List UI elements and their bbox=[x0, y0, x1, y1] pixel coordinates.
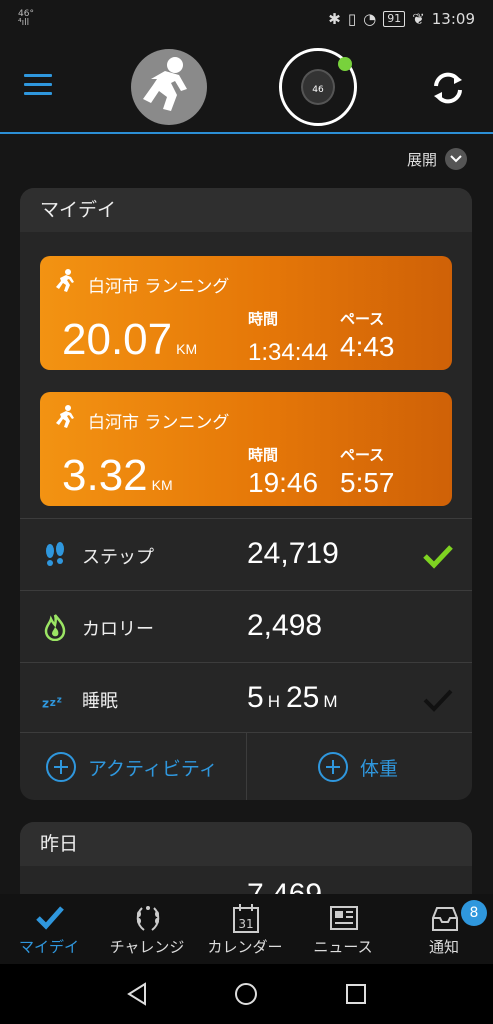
calories-label: カロリー bbox=[82, 619, 154, 640]
laurel-icon bbox=[136, 906, 160, 931]
pace-value: 5:57 bbox=[340, 467, 395, 498]
running-icon bbox=[56, 405, 74, 428]
connected-indicator bbox=[338, 57, 352, 71]
inbox-icon bbox=[432, 907, 458, 931]
clock: 13:09 bbox=[431, 10, 475, 28]
tab-my-day[interactable]: マイデイ bbox=[0, 894, 98, 964]
sleep-row[interactable]: z z z 睡眠 5 H 25 M bbox=[20, 662, 472, 734]
steps-label: ステップ bbox=[82, 547, 154, 568]
calories-row[interactable]: カロリー 2,498 bbox=[20, 590, 472, 662]
hamburger-menu-icon[interactable] bbox=[24, 74, 52, 96]
wifi-icon: ◔ bbox=[363, 10, 377, 28]
leaf-icon: ❦ bbox=[412, 10, 425, 28]
sync-icon[interactable] bbox=[428, 68, 468, 108]
bluetooth-icon: ✱ bbox=[328, 10, 341, 28]
tab-news[interactable]: ニュース bbox=[294, 894, 392, 964]
steps-value: 24,719 bbox=[247, 537, 339, 570]
tab-label: ニュース bbox=[313, 938, 373, 956]
tab-label: 通知 bbox=[428, 938, 459, 956]
recents-icon[interactable] bbox=[345, 983, 367, 1005]
footsteps-icon bbox=[46, 542, 64, 566]
running-icon bbox=[56, 269, 74, 292]
sleep-zzz-icon: z z z bbox=[42, 695, 62, 711]
expand-toggle[interactable]: 展開 bbox=[407, 148, 467, 170]
watch-device-icon[interactable]: 46 bbox=[279, 48, 357, 126]
tab-label: カレンダー bbox=[207, 938, 283, 956]
checkmark-icon bbox=[423, 545, 453, 569]
pace-label: ペース bbox=[340, 310, 385, 328]
calories-value: 2,498 bbox=[247, 609, 323, 642]
system-nav-bar bbox=[0, 964, 493, 1024]
activity-card[interactable]: 白河市 ランニング 3.32 KM 時間 19:46 ペース 5:57 bbox=[40, 392, 452, 506]
tab-label: マイデイ bbox=[18, 938, 79, 956]
activity-title: 白河市 ランニング bbox=[88, 413, 230, 433]
distance-value: 20.07 bbox=[62, 315, 173, 364]
svg-text:z: z bbox=[57, 695, 62, 705]
calendar-icon-date: 31 bbox=[238, 917, 253, 931]
divider bbox=[246, 733, 247, 800]
runner-avatar-icon[interactable] bbox=[131, 49, 207, 125]
add-weight-label: 体重 bbox=[360, 757, 399, 780]
time-value: 19:46 bbox=[248, 467, 319, 498]
time-label: 時間 bbox=[248, 446, 279, 464]
svg-text:z: z bbox=[50, 697, 56, 709]
app-header: 46 bbox=[0, 38, 493, 134]
pace-value: 4:43 bbox=[340, 331, 395, 362]
my-day-title: マイデイ bbox=[20, 188, 472, 232]
time-label: 時間 bbox=[248, 310, 279, 328]
add-weight-button[interactable]: 体重 bbox=[318, 733, 398, 800]
battery-indicator: 91 bbox=[383, 11, 406, 27]
my-day-card: マイデイ 白河市 ランニング 20.07 KM 時間 1:34:44 ペース 4:… bbox=[20, 188, 472, 800]
status-icons: ✱ ▯ ◔ 91 ❦ 13:09 bbox=[328, 10, 475, 28]
watch-face-text: 46 bbox=[312, 85, 324, 95]
activity-card[interactable]: 白河市 ランニング 20.07 KM 時間 1:34:44 ペース 4:43 bbox=[40, 256, 452, 370]
add-row: アクティビティ 体重 bbox=[20, 732, 472, 800]
activity-title: 白河市 ランニング bbox=[88, 277, 230, 297]
status-bar: 46° ⁴ıll ✱ ▯ ◔ 91 ❦ 13:09 bbox=[0, 0, 493, 38]
distance-value: 3.32 bbox=[62, 451, 148, 500]
activity-distance: 20.07 KM bbox=[62, 318, 197, 371]
time-value: 1:34:44 bbox=[248, 339, 329, 366]
checkmark-icon bbox=[36, 906, 64, 930]
steps-row[interactable]: ステップ 24,719 bbox=[20, 518, 472, 590]
tab-notifications[interactable]: 8 通知 bbox=[395, 894, 493, 964]
notification-badge: 8 bbox=[461, 900, 487, 926]
pace-label: ペース bbox=[340, 446, 385, 464]
svg-text:z: z bbox=[42, 697, 49, 711]
calendar-icon: 31 bbox=[233, 904, 259, 933]
expand-label: 展開 bbox=[406, 150, 437, 169]
flame-icon bbox=[44, 614, 66, 641]
vibrate-icon: ▯ bbox=[347, 10, 357, 28]
plus-circle-icon bbox=[46, 752, 76, 782]
sleep-minutes: 25 bbox=[285, 681, 320, 714]
tab-challenges[interactable]: チャレンジ bbox=[98, 894, 196, 964]
signal-indicator: 46° ⁴ıll bbox=[18, 10, 34, 28]
home-icon[interactable] bbox=[234, 982, 258, 1006]
bottom-tab-bar: マイデイ チャレンジ 31 カレンダー ニュース 8 通知 bbox=[0, 894, 493, 964]
add-activity-button[interactable]: アクティビティ bbox=[46, 733, 218, 800]
sleep-label: 睡眠 bbox=[82, 691, 118, 712]
tab-label: チャレンジ bbox=[109, 938, 185, 956]
sleep-hours: 5 bbox=[247, 681, 264, 714]
activity-distance: 3.32 KM bbox=[62, 454, 173, 507]
distance-unit: KM bbox=[176, 341, 198, 357]
distance-unit: KM bbox=[151, 477, 173, 493]
chevron-down-icon bbox=[445, 148, 467, 170]
signal-bars: ⁴ıll bbox=[18, 18, 30, 28]
hours-unit: H bbox=[267, 692, 280, 711]
newspaper-icon bbox=[330, 906, 358, 930]
sleep-value: 5 H 25 M bbox=[247, 681, 344, 715]
back-icon[interactable] bbox=[126, 982, 148, 1006]
tab-calendar[interactable]: 31 カレンダー bbox=[196, 894, 294, 964]
minutes-unit: M bbox=[323, 692, 338, 711]
watch-face: 46 bbox=[301, 69, 335, 105]
add-activity-label: アクティビティ bbox=[88, 757, 218, 780]
plus-circle-icon bbox=[318, 752, 348, 782]
yesterday-title: 昨日 bbox=[20, 822, 472, 866]
checkmark-icon bbox=[423, 689, 453, 712]
